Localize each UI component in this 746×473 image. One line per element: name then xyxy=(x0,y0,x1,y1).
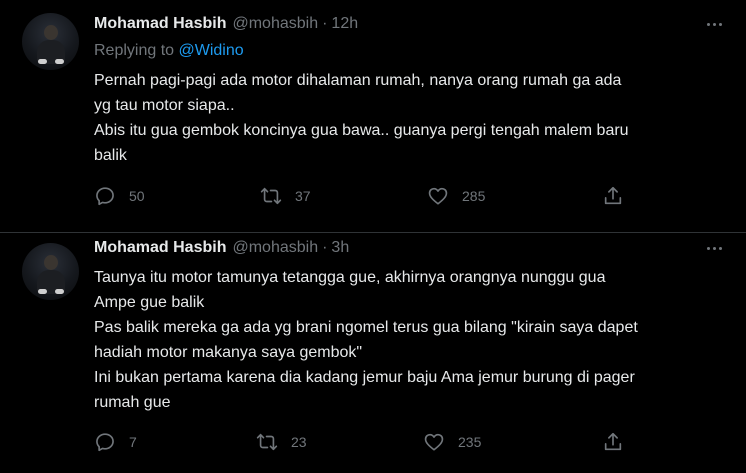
avatar[interactable] xyxy=(22,243,79,300)
share-button[interactable] xyxy=(602,430,624,454)
tweet-text-line: balik xyxy=(94,147,127,164)
reply-button[interactable]: 50 xyxy=(94,184,145,208)
mention-link[interactable]: @Widino xyxy=(179,42,244,59)
reply-icon xyxy=(94,431,116,453)
tweet-text-line: rumah gue xyxy=(94,394,171,411)
reply-count: 50 xyxy=(129,188,145,204)
tweet-text-line: hadiah motor makanya saya gembok" xyxy=(94,344,363,361)
tweet-text-line: Taunya itu motor tamunya tetangga gue, a… xyxy=(94,269,606,286)
tweet-header: Mohamad Hasbih @mohasbih · 3h xyxy=(94,237,349,259)
timestamp[interactable]: 12h xyxy=(331,15,358,33)
share-button[interactable] xyxy=(602,184,624,208)
more-icon[interactable] xyxy=(702,14,726,34)
author-handle[interactable]: @mohasbih xyxy=(232,239,318,257)
tweet-text-line: Abis itu gua gembok koncinya gua bawa.. … xyxy=(94,122,629,139)
reply-count: 7 xyxy=(129,434,137,450)
tweet-text: Pernah pagi-pagi ada motor dihalaman rum… xyxy=(94,68,734,168)
timestamp[interactable]: 3h xyxy=(331,239,349,257)
like-button[interactable]: 285 xyxy=(427,184,485,208)
tweet-text: Taunya itu motor tamunya tetangga gue, a… xyxy=(94,265,734,415)
reply-button[interactable]: 7 xyxy=(94,430,137,454)
tweet-text-line: yg tau motor siapa.. xyxy=(94,97,235,114)
tweet-text-line: Ini bukan pertama karena dia kadang jemu… xyxy=(94,369,635,386)
replying-to-label: Replying to xyxy=(94,42,179,59)
retweet-icon xyxy=(256,431,278,453)
heart-icon xyxy=(423,431,445,453)
like-button[interactable]: 235 xyxy=(423,430,481,454)
retweet-icon xyxy=(260,185,282,207)
replying-to: Replying to @Widino xyxy=(94,42,244,60)
more-icon[interactable] xyxy=(702,238,726,258)
heart-icon xyxy=(427,185,449,207)
like-count: 285 xyxy=(462,188,486,204)
reply-icon xyxy=(94,185,116,207)
share-icon xyxy=(602,431,624,453)
like-count: 235 xyxy=(458,434,482,450)
tweet-header: Mohamad Hasbih @mohasbih · 12h xyxy=(94,13,358,35)
tweet-text-line: Pas balik mereka ga ada yg brani ngomel … xyxy=(94,319,638,336)
retweet-button[interactable]: 37 xyxy=(260,184,311,208)
retweet-button[interactable]: 23 xyxy=(256,430,307,454)
share-icon xyxy=(602,185,624,207)
tweet[interactable]: Mohamad Hasbih @mohasbih · 3h Taunya itu… xyxy=(0,232,746,473)
author-handle[interactable]: @mohasbih xyxy=(232,15,318,33)
author-name[interactable]: Mohamad Hasbih xyxy=(94,239,226,257)
avatar[interactable] xyxy=(22,13,79,70)
tweet[interactable]: Mohamad Hasbih @mohasbih · 12h Replying … xyxy=(0,0,746,232)
separator-dot: · xyxy=(322,15,328,32)
tweet-text-line: Ampe gue balik xyxy=(94,294,205,311)
author-name[interactable]: Mohamad Hasbih xyxy=(94,15,226,33)
retweet-count: 37 xyxy=(295,188,311,204)
retweet-count: 23 xyxy=(291,434,307,450)
separator-dot: · xyxy=(322,239,328,256)
tweet-text-line: Pernah pagi-pagi ada motor dihalaman rum… xyxy=(94,72,622,89)
